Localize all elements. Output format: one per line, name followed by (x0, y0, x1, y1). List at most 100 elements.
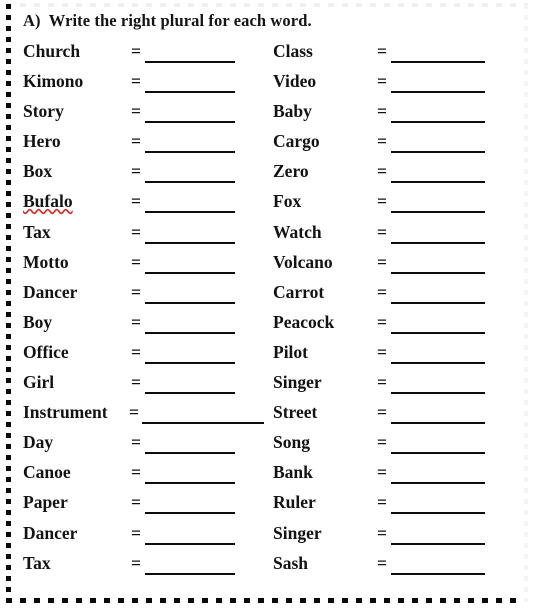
answer-blank[interactable] (391, 572, 485, 575)
answer-blank[interactable] (391, 482, 485, 485)
prompt-word: Singer (273, 372, 322, 393)
answer-blank[interactable] (145, 241, 235, 244)
exercise-row: Dancer = (23, 522, 263, 552)
prompt-word: Carrot (273, 281, 325, 302)
prompt-word: Office (23, 341, 69, 362)
answer-blank[interactable] (391, 181, 485, 184)
answer-blank[interactable] (145, 271, 235, 274)
exercise-row: Story = (23, 100, 263, 130)
answer-blank[interactable] (145, 452, 235, 455)
prompt-word: Zero (273, 161, 309, 182)
exercise-row: Street = (273, 401, 518, 431)
answer-blank[interactable] (391, 241, 485, 244)
exercise-row: Instrument = (23, 401, 264, 431)
answer-blank[interactable] (391, 211, 485, 214)
answer-blank[interactable] (391, 392, 485, 395)
exercise-row: Singer = (273, 371, 518, 401)
answer-blank[interactable] (145, 61, 235, 63)
exercise-row: Day = (23, 431, 263, 461)
answer-blank[interactable] (145, 542, 235, 545)
answer-blank[interactable] (145, 392, 235, 395)
answer-blank[interactable] (391, 422, 485, 425)
equals-sign: = (131, 251, 141, 272)
answer-blank[interactable] (142, 422, 264, 425)
answer-blank[interactable] (391, 331, 485, 334)
answer-blank[interactable] (145, 331, 235, 334)
answer-blank[interactable] (145, 121, 235, 124)
prompt-word: Peacock (273, 311, 335, 332)
exercise-column-right: Class = Video = Baby = Cargo = Zero = Fox = Watch = Vo… (273, 40, 518, 582)
equals-sign: = (377, 402, 387, 423)
equals-sign: = (377, 221, 387, 242)
prompt-word: Bufalo (23, 191, 73, 212)
prompt-word: Video (273, 71, 317, 92)
prompt-word: Tax (23, 221, 51, 242)
equals-sign: = (131, 101, 141, 122)
equals-sign: = (131, 311, 141, 332)
exercise-row: Class = (273, 40, 518, 70)
exercise-row: Office = (23, 341, 263, 371)
equals-sign: = (377, 41, 387, 61)
prompt-word: Box (23, 161, 53, 182)
answer-blank[interactable] (145, 301, 235, 304)
answer-blank[interactable] (145, 181, 235, 184)
prompt-word: Singer (273, 522, 322, 543)
prompt-word: Fox (273, 191, 302, 212)
equals-sign: = (377, 522, 387, 543)
prompt-word: Sash (273, 552, 309, 573)
exercise-row: Video = (273, 70, 518, 100)
prompt-word: Baby (273, 101, 312, 122)
equals-sign: = (129, 402, 139, 423)
answer-blank[interactable] (391, 151, 485, 154)
equals-sign: = (377, 432, 387, 453)
prompt-word: Church (23, 41, 81, 61)
prompt-word: Tax (23, 552, 51, 573)
answer-blank[interactable] (391, 61, 485, 63)
equals-sign: = (377, 341, 387, 362)
equals-sign: = (377, 131, 387, 152)
prompt-word: Dancer (23, 522, 78, 543)
equals-sign: = (131, 372, 141, 393)
equals-sign: = (377, 372, 387, 393)
equals-sign: = (377, 311, 387, 332)
exercise-row: Carrot = (273, 281, 518, 311)
equals-sign: = (377, 191, 387, 212)
answer-blank[interactable] (145, 361, 235, 364)
exercise-row: Song = (273, 431, 518, 461)
prompt-word: Kimono (23, 71, 84, 92)
exercise-row: Girl = (23, 371, 263, 401)
answer-blank[interactable] (145, 512, 235, 515)
equals-sign: = (131, 341, 141, 362)
answer-blank[interactable] (391, 452, 485, 455)
prompt-word: Street (273, 402, 318, 423)
answer-blank[interactable] (391, 542, 485, 545)
exercise-row: Church = (23, 40, 263, 70)
prompt-word: Paper (23, 492, 68, 513)
answer-blank[interactable] (145, 482, 235, 485)
exercise-row: Canoe = (23, 461, 263, 491)
exercise-row: Dancer = (23, 281, 263, 311)
exercise-row: Peacock = (273, 311, 518, 341)
answer-blank[interactable] (145, 91, 235, 94)
answer-blank[interactable] (145, 211, 235, 214)
exercise-row: Watch = (273, 221, 518, 251)
prompt-word: Pilot (273, 341, 308, 362)
prompt-word: Cargo (273, 131, 320, 152)
answer-blank[interactable] (391, 361, 485, 364)
exercise-row: Bank = (273, 461, 518, 491)
answer-blank[interactable] (145, 572, 235, 575)
equals-sign: = (131, 432, 141, 453)
prompt-word: Instrument (23, 402, 108, 423)
answer-blank[interactable] (391, 512, 485, 515)
answer-blank[interactable] (391, 121, 485, 124)
exercise-row: Hero = (23, 130, 263, 160)
answer-blank[interactable] (391, 271, 485, 274)
equals-sign: = (131, 161, 141, 182)
equals-sign: = (377, 281, 387, 302)
equals-sign: = (377, 71, 387, 92)
exercise-row: Singer = (273, 522, 518, 552)
answer-blank[interactable] (391, 91, 485, 94)
answer-blank[interactable] (391, 301, 485, 304)
prompt-word: Hero (23, 131, 61, 152)
answer-blank[interactable] (145, 151, 235, 154)
